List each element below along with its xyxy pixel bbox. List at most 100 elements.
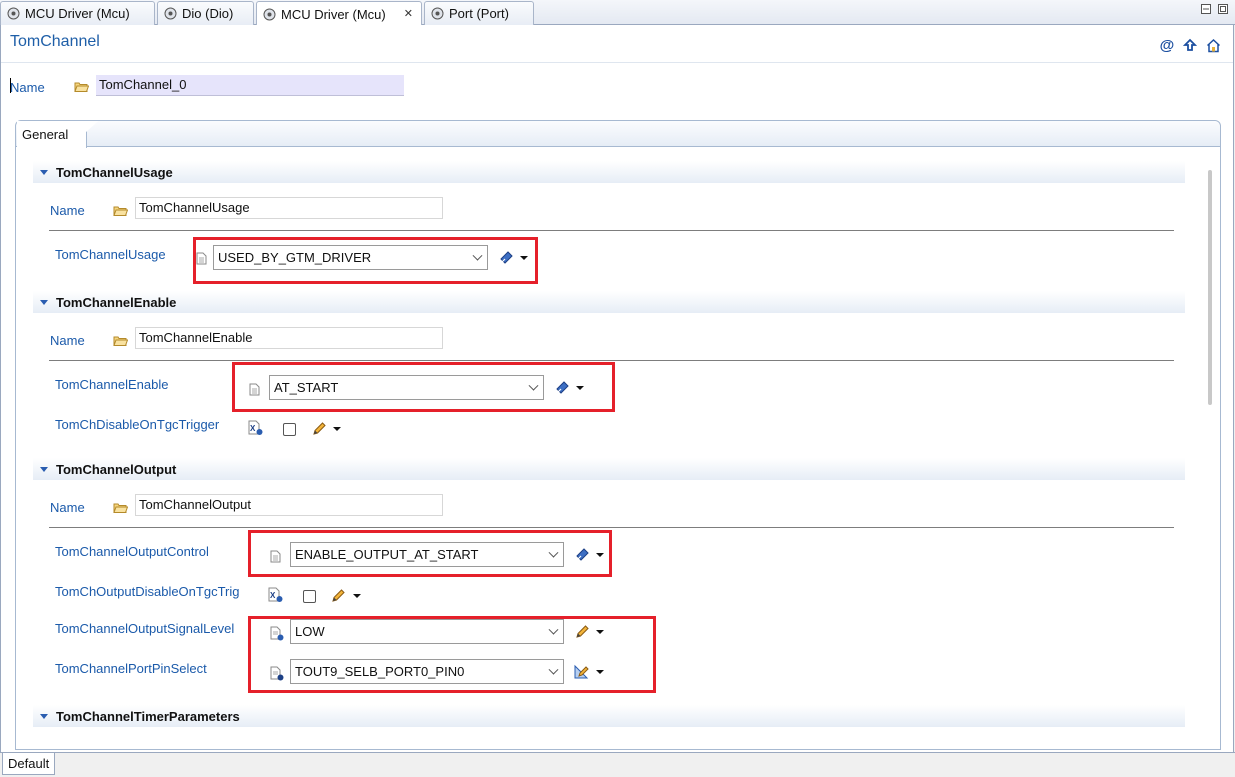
tom-channel-port-pin-select[interactable]: TOUT9_SELB_PORT0_PIN0: [290, 659, 564, 684]
section-title: TomChannelTimerParameters: [56, 708, 240, 724]
tom-channel-port-pin-select-label: TomChannelPortPinSelect: [55, 661, 207, 676]
tom-channel-output-control-label: TomChannelOutputControl: [55, 544, 209, 559]
tab-mcu-driver-1[interactable]: MCU Driver (Mcu): [0, 1, 155, 25]
minimize-icon[interactable]: [1200, 3, 1212, 15]
tab-mcu-driver-active[interactable]: MCU Driver (Mcu) ✕: [256, 1, 422, 26]
scrollbar-thumb[interactable]: [1208, 170, 1212, 405]
calculate-icon[interactable]: [575, 547, 590, 562]
select-value: AT_START: [274, 380, 339, 395]
calculate-icon[interactable]: [555, 380, 570, 395]
enum-param-icon: [270, 626, 284, 641]
tab-slant: [68, 121, 98, 148]
divider: [49, 527, 1174, 528]
divider: [49, 360, 1174, 361]
collapse-triangle-icon: [40, 169, 48, 175]
collapse-triangle-icon: [40, 466, 48, 472]
chevron-down-icon: [548, 547, 559, 558]
reference-param-icon: [270, 666, 284, 681]
tab-general-label: General: [22, 127, 69, 142]
select-value: ENABLE_OUTPUT_AT_START: [295, 547, 479, 562]
pencil-icon[interactable]: [575, 624, 590, 639]
divider: [49, 230, 1174, 231]
editor-tab-bar: MCU Driver (Mcu) Dio (Dio) MCU Driver (M…: [0, 0, 1235, 26]
tom-channel-usage-label: TomChannelUsage: [55, 247, 166, 262]
document-icon: [196, 252, 207, 265]
close-icon[interactable]: ✕: [404, 7, 413, 20]
folder-icon: [113, 336, 128, 346]
section-title: TomChannelUsage: [56, 164, 173, 180]
tom-channel-output-signal-level-label: TomChannelOutputSignalLevel: [55, 621, 235, 636]
module-icon: [263, 8, 276, 20]
name-field[interactable]: TomChannel_0: [96, 75, 404, 96]
home-icon[interactable]: [1205, 37, 1221, 53]
module-icon: [164, 7, 177, 20]
maximize-icon[interactable]: [1217, 3, 1229, 15]
output-name-field[interactable]: TomChannelOutput: [135, 494, 443, 516]
chevron-down-icon: [472, 250, 483, 261]
tab-strip: [16, 121, 1220, 147]
tom-ch-output-disable-on-tgc-trig-label: TomChOutputDisableOnTgcTrig: [55, 584, 240, 599]
page-title: TomChannel: [10, 33, 100, 50]
name-label: Name: [10, 80, 45, 95]
tom-channel-output-control-select[interactable]: ENABLE_OUTPUT_AT_START: [290, 542, 564, 567]
usage-name-label: Name: [50, 203, 85, 218]
output-name-label: Name: [50, 500, 85, 515]
pencil-ruler-icon[interactable]: [574, 664, 590, 679]
document-icon: [249, 383, 260, 396]
section-output-header[interactable]: TomChannelOutput: [33, 458, 1185, 480]
enable-name-field[interactable]: TomChannelEnable: [135, 327, 443, 349]
dropdown-arrow-icon[interactable]: [353, 594, 361, 598]
dropdown-arrow-icon[interactable]: [333, 427, 341, 431]
select-value: USED_BY_GTM_DRIVER: [218, 250, 372, 265]
svg-text:X: X: [250, 424, 256, 433]
collapse-triangle-icon: [40, 299, 48, 305]
enable-name-label: Name: [50, 333, 85, 348]
section-enable-header[interactable]: TomChannelEnable: [33, 291, 1185, 313]
tom-channel-enable-label: TomChannelEnable: [55, 377, 169, 392]
section-title: TomChannelOutput: [56, 461, 177, 477]
calculate-icon[interactable]: [499, 250, 514, 265]
tab-dio[interactable]: Dio (Dio): [157, 1, 254, 25]
document-icon: [270, 550, 281, 563]
folder-icon: [113, 503, 128, 513]
tab-label: MCU Driver (Mcu): [25, 6, 130, 21]
usage-name-field[interactable]: TomChannelUsage: [135, 197, 443, 219]
dropdown-arrow-icon[interactable]: [576, 386, 584, 390]
chevron-down-icon: [528, 380, 539, 391]
pencil-icon[interactable]: [312, 421, 327, 436]
tom-channel-enable-select[interactable]: AT_START: [269, 375, 544, 400]
svg-text:X: X: [270, 591, 276, 600]
section-usage-header[interactable]: TomChannelUsage: [33, 161, 1185, 183]
chevron-down-icon: [548, 624, 559, 635]
tab-default[interactable]: Default: [2, 753, 56, 775]
dropdown-arrow-icon[interactable]: [520, 256, 528, 260]
chevron-down-icon: [548, 664, 559, 675]
tab-port[interactable]: Port (Port): [424, 1, 534, 25]
collapse-triangle-icon: [40, 713, 48, 719]
folder-icon: [113, 206, 128, 216]
tom-ch-output-disable-on-tgc-trig-checkbox[interactable]: [303, 590, 316, 603]
section-timer-header[interactable]: TomChannelTimerParameters: [33, 705, 1185, 727]
tab-label: MCU Driver (Mcu): [281, 6, 386, 22]
module-icon: [7, 7, 20, 20]
dropdown-arrow-icon[interactable]: [596, 630, 604, 634]
dropdown-arrow-icon[interactable]: [596, 553, 604, 557]
select-value: LOW: [295, 624, 325, 639]
tom-ch-disable-on-tgc-trigger-checkbox[interactable]: [283, 423, 296, 436]
module-icon: [431, 7, 444, 20]
tom-channel-output-signal-level-select[interactable]: LOW: [290, 619, 564, 644]
up-arrow-icon[interactable]: [1182, 37, 1198, 53]
folder-icon: [74, 82, 89, 92]
boolean-param-icon: X: [268, 587, 283, 602]
boolean-param-icon: X: [248, 420, 263, 435]
pencil-icon[interactable]: [331, 588, 346, 603]
at-sign-icon[interactable]: @: [1159, 37, 1175, 54]
title-divider: [1, 62, 1233, 63]
dropdown-arrow-icon[interactable]: [596, 670, 604, 674]
tab-label: Port (Port): [449, 6, 509, 21]
tom-channel-usage-select[interactable]: USED_BY_GTM_DRIVER: [213, 245, 488, 270]
select-value: TOUT9_SELB_PORT0_PIN0: [295, 664, 465, 679]
section-title: TomChannelEnable: [56, 294, 177, 310]
header-toolbar: @: [1159, 37, 1221, 54]
tom-ch-disable-on-tgc-trigger-label: TomChDisableOnTgcTrigger: [55, 417, 220, 432]
